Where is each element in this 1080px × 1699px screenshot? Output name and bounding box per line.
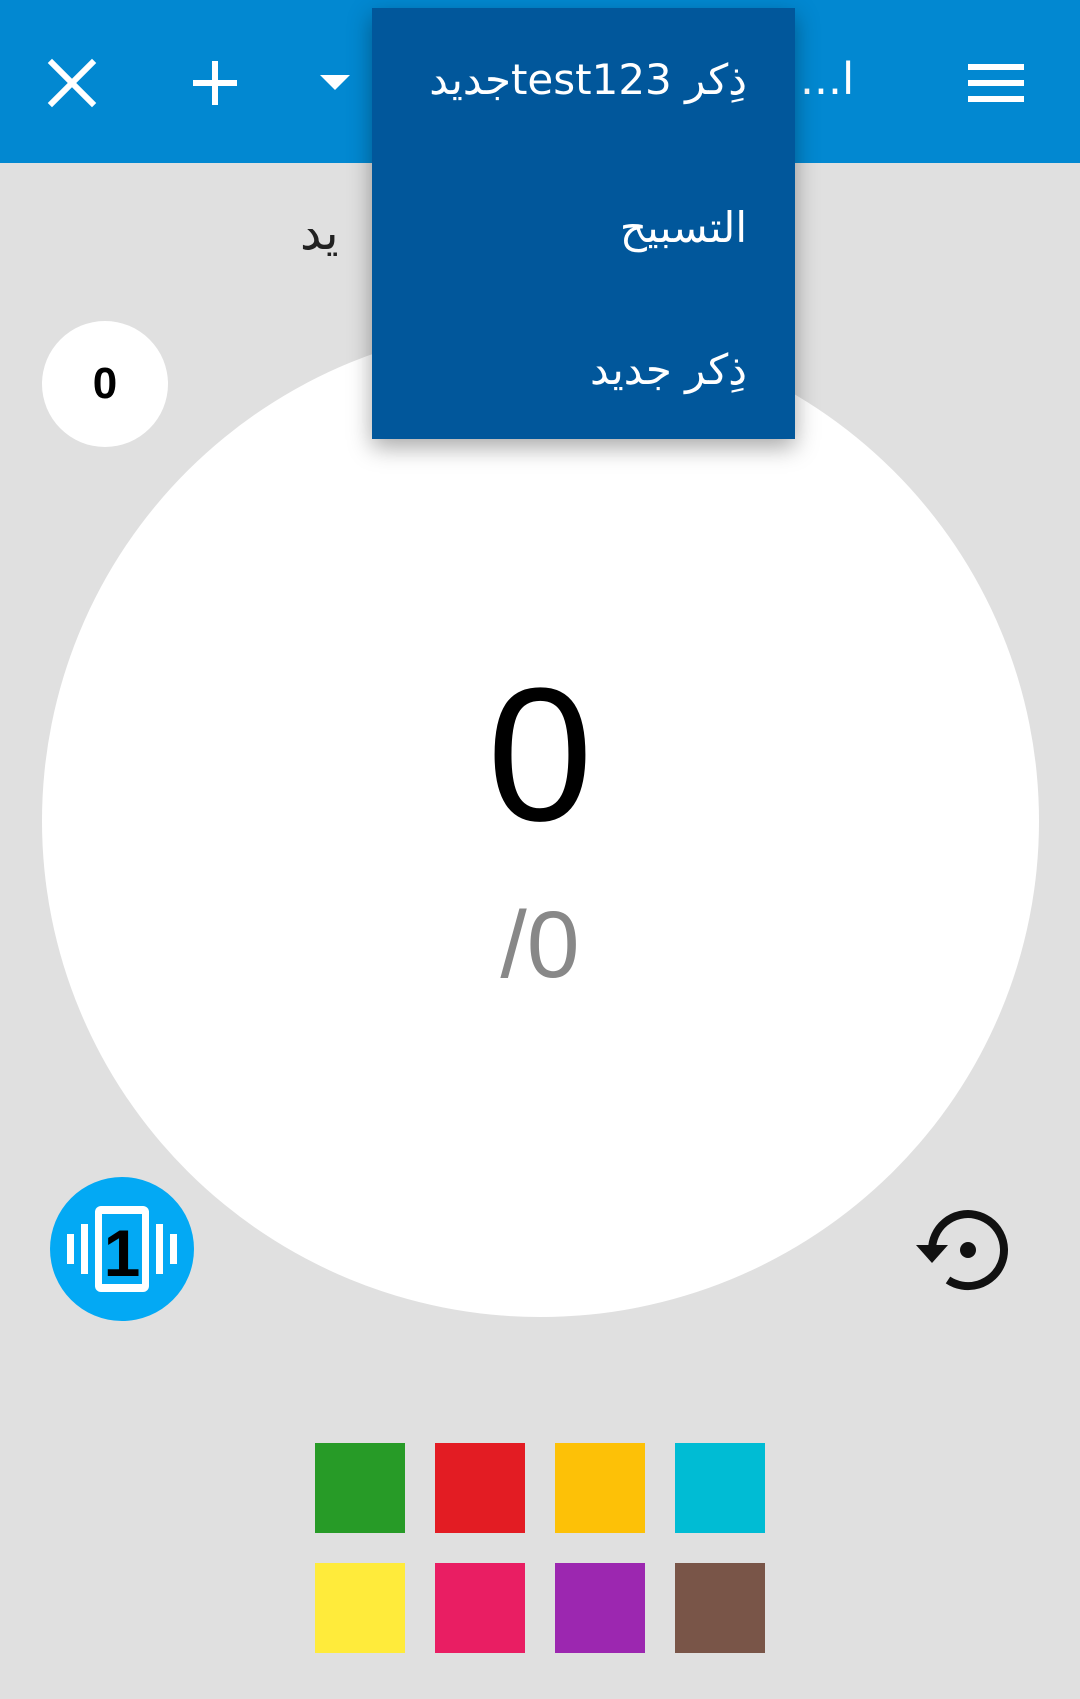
vibrate-one-icon: 1 — [67, 1206, 177, 1292]
color-swatch-purple[interactable] — [555, 1563, 645, 1653]
dropdown-item-tasbih[interactable]: التسبيح — [620, 188, 747, 268]
count-value: 0 — [487, 649, 593, 861]
dropdown-item-test123[interactable]: ذِكر test123جديد — [429, 40, 747, 120]
caret-down-icon — [320, 75, 350, 90]
svg-text:1: 1 — [104, 1216, 141, 1290]
reset-history-icon — [916, 1210, 1008, 1291]
count-target: /0 — [500, 892, 580, 998]
color-swatch-brown[interactable] — [675, 1563, 765, 1653]
add-button[interactable] — [165, 33, 265, 133]
vibrate-toggle-button[interactable]: 1 — [50, 1177, 194, 1321]
dropdown-item-new-zikr[interactable]: ذِكر جديد — [590, 330, 747, 410]
color-swatch-amber[interactable] — [555, 1443, 645, 1533]
menu-button[interactable] — [946, 33, 1046, 133]
plus-icon — [193, 61, 237, 105]
color-swatch-pink[interactable] — [435, 1563, 525, 1653]
dropdown-toggle-button[interactable] — [285, 33, 385, 133]
color-swatch-yellow[interactable] — [315, 1563, 405, 1653]
app-title: ا... — [800, 54, 855, 105]
close-button[interactable] — [22, 33, 122, 133]
round-counter-badge[interactable]: 0 — [42, 321, 168, 447]
color-swatch-green[interactable] — [315, 1443, 405, 1533]
close-icon — [47, 58, 97, 108]
menu-icon — [968, 64, 1024, 102]
color-palette — [315, 1443, 765, 1653]
color-swatch-red[interactable] — [435, 1443, 525, 1533]
zikr-dropdown-menu: ذِكر test123جديد التسبيح ذِكر جديد — [372, 8, 795, 439]
reset-button[interactable] — [900, 1190, 1020, 1310]
color-swatch-cyan[interactable] — [675, 1443, 765, 1533]
